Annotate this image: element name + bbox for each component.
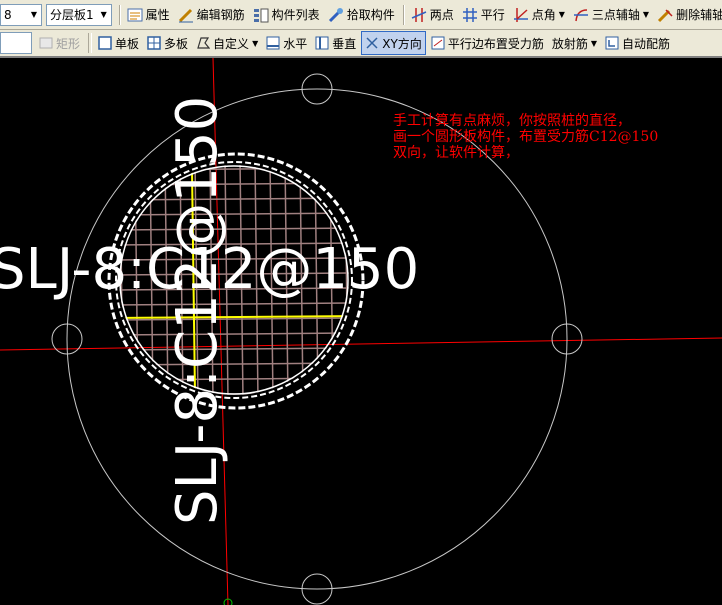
component-list-button[interactable]: 构件列表 — [250, 4, 323, 26]
chevron-down-icon: ▼ — [100, 10, 107, 19]
parallel-edge-label: 平行边布置受力筋 — [447, 36, 544, 51]
floor-select-value: 8 — [4, 7, 12, 22]
rectangle-icon — [39, 37, 53, 49]
separator — [402, 4, 405, 25]
point-angle-button[interactable]: 点角 ▼ — [510, 4, 568, 26]
radial-label: 放射筋 — [551, 36, 588, 51]
rebar-line-horizontal — [119, 362, 349, 366]
edit-rebar-button[interactable]: 编辑钢筋 — [175, 4, 248, 26]
two-points-label: 两点 — [429, 8, 454, 22]
properties-button[interactable]: 属性 — [124, 4, 173, 26]
radial-rebar-button[interactable]: 放射筋 ▼ — [549, 32, 600, 54]
horizontal-button[interactable]: 水平 — [263, 32, 310, 54]
chevron-down-icon: ▼ — [30, 10, 38, 19]
parallel-label: 平行 — [480, 8, 505, 22]
three-point-axis-icon — [573, 8, 588, 21]
edit-rebar-label: 编辑钢筋 — [196, 8, 245, 22]
properties-icon — [127, 8, 143, 21]
single-slab-icon — [98, 36, 112, 50]
multi-slab-label: 多板 — [164, 36, 189, 51]
xy-direction-button[interactable]: XY方向 — [361, 31, 426, 55]
xy-direction-icon — [366, 37, 378, 49]
chevron-down-icon[interactable]: ▼ — [643, 10, 649, 19]
point-angle-icon — [513, 7, 528, 22]
single-slab-label: 单板 — [115, 36, 140, 51]
rebar-line-horizontal — [119, 302, 349, 306]
main-toolbar: 8 ▼ 分层板1 ▼ 属性 编辑钢筋 构件列表 拾取构件 两点 平行 点角 ▼ … — [0, 0, 722, 30]
single-slab-button[interactable]: 单板 — [95, 32, 142, 54]
draw-toolbar: 矩形 单板 多板 自定义 ▼ 水平 垂直 XY方向 平行边布置受力筋 放射筋 ▼… — [0, 30, 722, 58]
parallel-button[interactable]: 平行 — [459, 4, 508, 26]
two-points-button[interactable]: 两点 — [408, 4, 457, 26]
horizontal-label: 水平 — [283, 36, 308, 51]
auto-rebar-icon — [605, 36, 619, 50]
vertical-button[interactable]: 垂直 — [312, 32, 359, 54]
annotation-text: 手工计算有点麻烦，你按照桩的直径， 画一个圆形板构件，布置受力筋C12@150 … — [393, 113, 659, 161]
separator — [118, 4, 121, 25]
three-point-axis-button[interactable]: 三点辅轴 ▼ — [570, 4, 652, 26]
chevron-down-icon[interactable]: ▼ — [252, 39, 258, 48]
parallel-edge-icon — [431, 36, 445, 50]
multi-slab-button[interactable]: 多板 — [144, 32, 191, 54]
custom-shape-icon — [197, 37, 211, 49]
vertical-label: 垂直 — [332, 36, 357, 51]
three-point-axis-label: 三点辅轴 — [591, 8, 640, 22]
auto-rebar-button[interactable]: 自动配筋 — [602, 32, 673, 54]
eraser-icon — [658, 8, 673, 22]
custom-label: 自定义 — [213, 36, 250, 51]
pick-component-button[interactable]: 拾取构件 — [325, 4, 398, 26]
rectangle-label: 矩形 — [56, 36, 81, 51]
layer-select-value: 分层板1 — [50, 8, 94, 22]
rebar-line-horizontal — [119, 347, 349, 351]
delete-axis-label: 删除辅轴 — [676, 8, 722, 22]
list-icon — [253, 8, 269, 22]
rectangle-button[interactable]: 矩形 — [36, 32, 83, 54]
axis-line-horizontal — [0, 337, 722, 351]
delete-axis-button[interactable]: 删除辅轴 — [654, 4, 722, 26]
component-list-label: 构件列表 — [271, 8, 320, 22]
separator — [88, 33, 93, 53]
pick-component-label: 拾取构件 — [346, 8, 395, 22]
chevron-down-icon[interactable]: ▼ — [559, 10, 565, 19]
pencil-icon — [178, 8, 193, 22]
floor-select[interactable]: 8 ▼ — [0, 3, 42, 26]
vertical-icon — [315, 36, 329, 50]
multi-slab-icon — [147, 36, 161, 50]
auto-rebar-label: 自动配筋 — [622, 36, 671, 51]
xy-direction-label: XY方向 — [382, 36, 422, 51]
properties-label: 属性 — [145, 8, 170, 22]
custom-button[interactable]: 自定义 ▼ — [193, 32, 261, 54]
parallel-axis-icon — [462, 7, 477, 22]
empty-select[interactable] — [0, 32, 32, 54]
rebar-line-horizontal — [119, 332, 349, 336]
pick-icon — [328, 7, 343, 22]
rebar-line-horizontal — [119, 167, 349, 171]
chevron-down-icon[interactable]: ▼ — [591, 39, 597, 48]
two-points-axis-icon — [411, 7, 426, 22]
point-angle-label: 点角 — [531, 8, 556, 22]
rebar-label-vertical: SLJ-8:C12@150 — [165, 95, 230, 525]
parallel-edge-rebar-button[interactable]: 平行边布置受力筋 — [428, 32, 547, 54]
horizontal-icon — [266, 36, 280, 50]
layer-select[interactable]: 分层板1 ▼ — [46, 3, 112, 26]
